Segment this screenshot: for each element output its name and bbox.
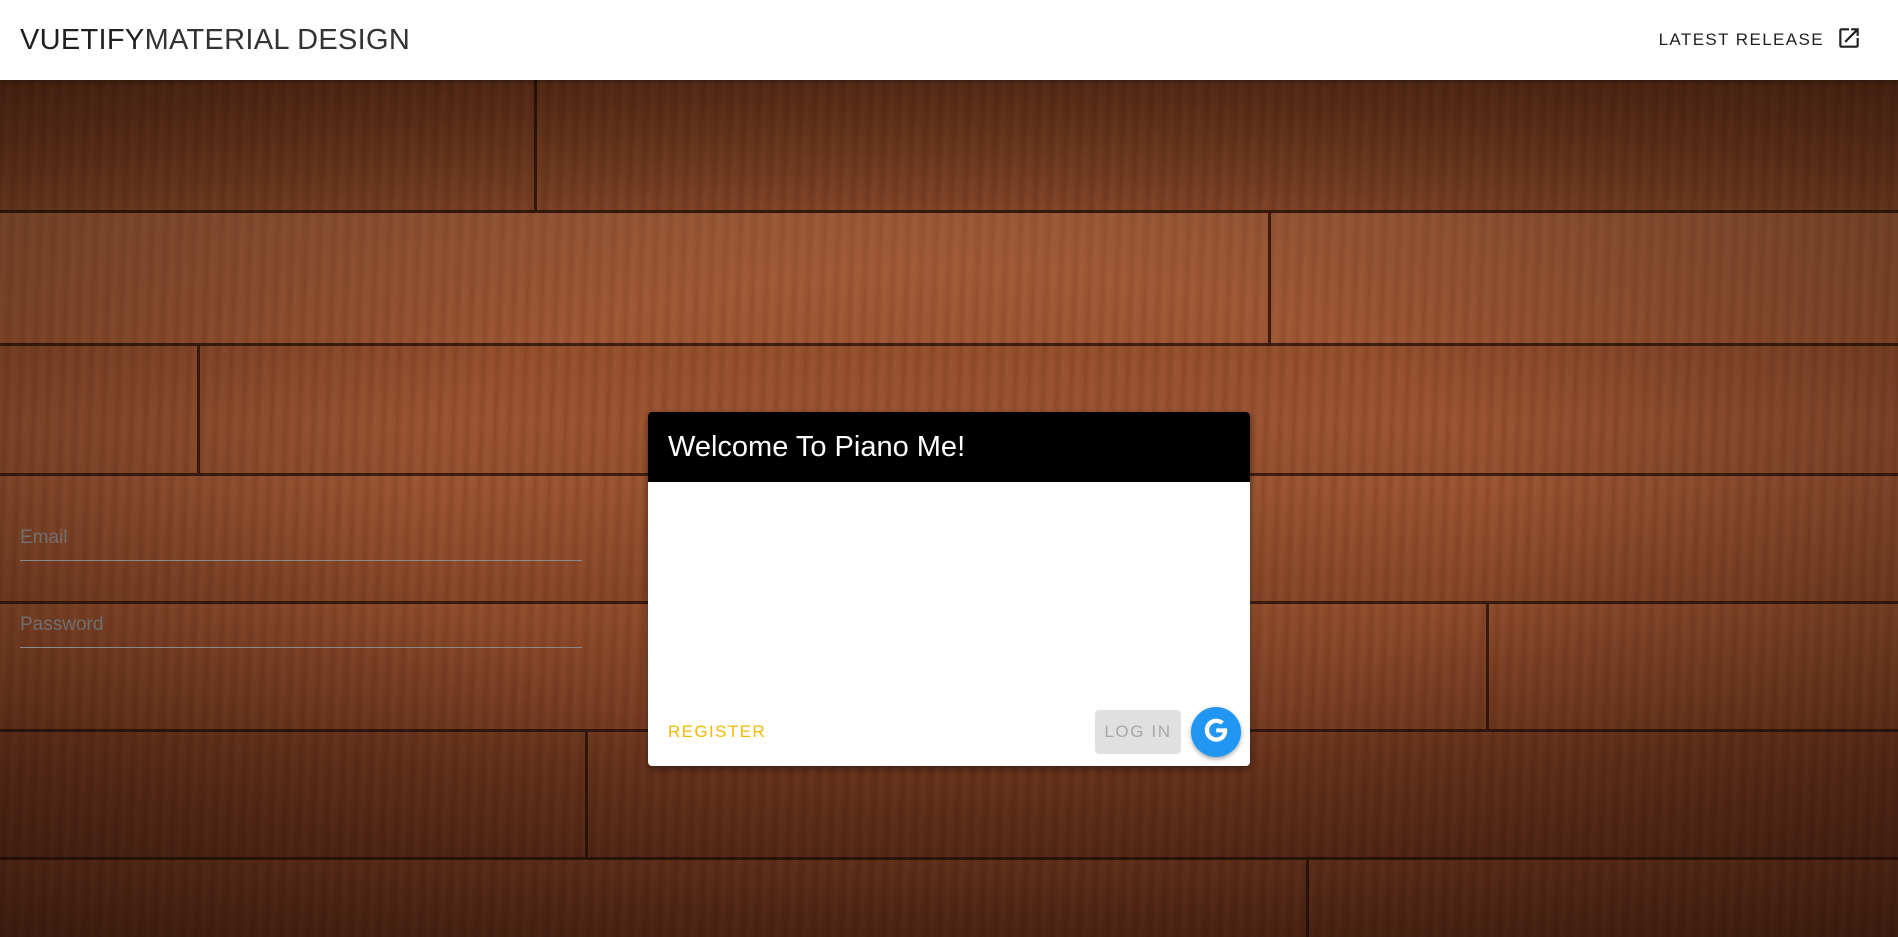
register-button[interactable]: REGISTER bbox=[660, 716, 774, 748]
app-bar: VUETIFYMATERIAL DESIGN LATEST RELEASE bbox=[0, 0, 1898, 80]
latest-release-label: LATEST RELEASE bbox=[1658, 30, 1824, 49]
brand-title-bold: VUETIFY bbox=[20, 23, 145, 56]
brand-title-light: MATERIAL DESIGN bbox=[144, 23, 411, 56]
password-field[interactable] bbox=[20, 603, 582, 648]
google-icon bbox=[1201, 715, 1231, 750]
email-input[interactable] bbox=[20, 516, 582, 560]
brand-title: VUETIFYMATERIAL DESIGN bbox=[20, 23, 411, 56]
open-in-new-icon bbox=[1836, 25, 1862, 56]
login-button[interactable]: LOG IN bbox=[1095, 710, 1181, 754]
email-field[interactable] bbox=[20, 516, 582, 561]
login-card-title: Welcome To Piano Me! bbox=[648, 412, 1250, 482]
password-input[interactable] bbox=[20, 603, 582, 647]
google-login-button[interactable] bbox=[1191, 707, 1241, 757]
latest-release-button[interactable]: LATEST RELEASE bbox=[1647, 15, 1874, 66]
